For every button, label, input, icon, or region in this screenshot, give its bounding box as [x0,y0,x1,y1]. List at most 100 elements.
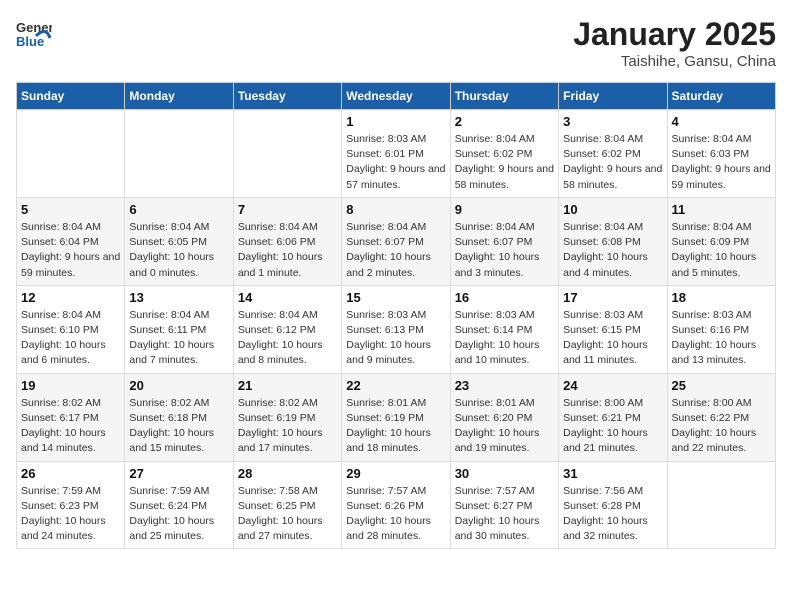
day-number: 11 [672,202,771,217]
calendar-cell: 11Sunrise: 8:04 AMSunset: 6:09 PMDayligh… [667,197,775,285]
day-info: Sunrise: 7:58 AMSunset: 6:25 PMDaylight:… [238,484,337,545]
day-number: 24 [563,378,662,393]
day-number: 22 [346,378,445,393]
title-block: January 2025 Taishihe, Gansu, China [573,16,776,70]
day-info: Sunrise: 8:04 AMSunset: 6:06 PMDaylight:… [238,220,337,281]
day-info: Sunrise: 8:04 AMSunset: 6:08 PMDaylight:… [563,220,662,281]
weekday-header-sunday: Sunday [17,83,125,110]
day-number: 23 [455,378,554,393]
day-number: 14 [238,290,337,305]
day-info: Sunrise: 8:03 AMSunset: 6:14 PMDaylight:… [455,308,554,369]
day-info: Sunrise: 8:04 AMSunset: 6:11 PMDaylight:… [129,308,228,369]
calendar-cell: 17 Sunrise: 8:03 AMSunset: 6:15 PMDayligh… [559,285,667,373]
calendar-cell: 18 Sunrise: 8:03 AMSunset: 6:16 PMDayligh… [667,285,775,373]
weekday-header-tuesday: Tuesday [233,83,341,110]
calendar-cell: 4 Sunrise: 8:04 AMSunset: 6:03 PMDaylight… [667,110,775,198]
day-number: 9 [455,202,554,217]
weekday-header-saturday: Saturday [667,83,775,110]
day-number: 5 [21,202,120,217]
day-info: Sunrise: 8:04 AMSunset: 6:02 PMDaylight:… [563,132,662,193]
day-number: 3 [563,114,662,129]
day-info: Sunrise: 8:04 AMSunset: 6:02 PMDaylight:… [455,132,554,193]
day-number: 18 [672,290,771,305]
day-info: Sunrise: 8:03 AMSunset: 6:13 PMDaylight:… [346,308,445,369]
logo-icon: General Blue [16,16,52,57]
calendar-cell: 13 Sunrise: 8:04 AMSunset: 6:11 PMDayligh… [125,285,233,373]
day-number: 7 [238,202,337,217]
calendar-cell: 12 Sunrise: 8:04 AMSunset: 6:10 PMDayligh… [17,285,125,373]
day-info: Sunrise: 7:59 AMSunset: 6:23 PMDaylight:… [21,484,120,545]
calendar-cell: 8Sunrise: 8:04 AMSunset: 6:07 PMDaylight… [342,197,450,285]
calendar-cell: 22 Sunrise: 8:01 AMSunset: 6:19 PMDayligh… [342,373,450,461]
calendar-cell: 29 Sunrise: 7:57 AMSunset: 6:26 PMDayligh… [342,461,450,549]
day-number: 25 [672,378,771,393]
day-number: 19 [21,378,120,393]
day-number: 21 [238,378,337,393]
day-info: Sunrise: 8:03 AMSunset: 6:01 PMDaylight:… [346,132,445,193]
day-info: Sunrise: 8:01 AMSunset: 6:20 PMDaylight:… [455,396,554,457]
day-info: Sunrise: 7:57 AMSunset: 6:27 PMDaylight:… [455,484,554,545]
day-number: 13 [129,290,228,305]
calendar-cell: 9 Sunrise: 8:04 AMSunset: 6:07 PMDaylight… [450,197,558,285]
day-number: 6 [129,202,228,217]
day-info: Sunrise: 8:03 AMSunset: 6:15 PMDaylight:… [563,308,662,369]
calendar-cell: 20Sunrise: 8:02 AMSunset: 6:18 PMDayligh… [125,373,233,461]
day-number: 1 [346,114,445,129]
calendar-cell: 23 Sunrise: 8:01 AMSunset: 6:20 PMDayligh… [450,373,558,461]
day-number: 20 [129,378,228,393]
weekday-header-wednesday: Wednesday [342,83,450,110]
day-number: 4 [672,114,771,129]
day-number: 31 [563,466,662,481]
day-info: Sunrise: 8:03 AMSunset: 6:16 PMDaylight:… [672,308,771,369]
page-header: General Blue January 2025 Taishihe, Gans… [16,16,776,70]
calendar-cell: 6 Sunrise: 8:04 AMSunset: 6:05 PMDaylight… [125,197,233,285]
calendar-cell [667,461,775,549]
calendar-cell: 26Sunrise: 7:59 AMSunset: 6:23 PMDayligh… [17,461,125,549]
day-number: 17 [563,290,662,305]
calendar-cell: 28 Sunrise: 7:58 AMSunset: 6:25 PMDayligh… [233,461,341,549]
weekday-header-friday: Friday [559,83,667,110]
day-info: Sunrise: 8:00 AMSunset: 6:21 PMDaylight:… [563,396,662,457]
day-number: 30 [455,466,554,481]
day-number: 12 [21,290,120,305]
day-info: Sunrise: 8:01 AMSunset: 6:19 PMDaylight:… [346,396,445,457]
day-info: Sunrise: 7:56 AMSunset: 6:28 PMDaylight:… [563,484,662,545]
day-info: Sunrise: 8:04 AMSunset: 6:10 PMDaylight:… [21,308,120,369]
day-info: Sunrise: 8:04 AMSunset: 6:03 PMDaylight:… [672,132,771,193]
calendar-cell: 27Sunrise: 7:59 AMSunset: 6:24 PMDayligh… [125,461,233,549]
day-number: 29 [346,466,445,481]
calendar-cell: 30 Sunrise: 7:57 AMSunset: 6:27 PMDayligh… [450,461,558,549]
day-number: 2 [455,114,554,129]
calendar-cell: 14 Sunrise: 8:04 AMSunset: 6:12 PMDayligh… [233,285,341,373]
day-number: 15 [346,290,445,305]
calendar-cell [125,110,233,198]
month-title: January 2025 [573,16,776,53]
day-info: Sunrise: 7:59 AMSunset: 6:24 PMDaylight:… [129,484,228,545]
calendar-cell: 25 Sunrise: 8:00 AMSunset: 6:22 PMDayligh… [667,373,775,461]
calendar-cell: 31 Sunrise: 7:56 AMSunset: 6:28 PMDayligh… [559,461,667,549]
day-info: Sunrise: 8:00 AMSunset: 6:22 PMDaylight:… [672,396,771,457]
calendar-cell: 19 Sunrise: 8:02 AMSunset: 6:17 PMDayligh… [17,373,125,461]
day-info: Sunrise: 8:04 AMSunset: 6:05 PMDaylight:… [129,220,228,281]
day-info: Sunrise: 8:02 AMSunset: 6:17 PMDaylight:… [21,396,120,457]
calendar-cell [17,110,125,198]
calendar-cell: 1 Sunrise: 8:03 AMSunset: 6:01 PMDaylight… [342,110,450,198]
calendar-cell: 2 Sunrise: 8:04 AMSunset: 6:02 PMDaylight… [450,110,558,198]
calendar-table: SundayMondayTuesdayWednesdayThursdayFrid… [16,82,776,549]
day-number: 16 [455,290,554,305]
day-info: Sunrise: 7:57 AMSunset: 6:26 PMDaylight:… [346,484,445,545]
day-info: Sunrise: 8:04 AMSunset: 6:07 PMDaylight:… [346,220,445,281]
day-info: Sunrise: 8:04 AMSunset: 6:12 PMDaylight:… [238,308,337,369]
calendar-cell: 15 Sunrise: 8:03 AMSunset: 6:13 PMDayligh… [342,285,450,373]
calendar-cell: 24 Sunrise: 8:00 AMSunset: 6:21 PMDayligh… [559,373,667,461]
calendar-cell: 16 Sunrise: 8:03 AMSunset: 6:14 PMDayligh… [450,285,558,373]
calendar-cell [233,110,341,198]
calendar-cell: 7 Sunrise: 8:04 AMSunset: 6:06 PMDaylight… [233,197,341,285]
calendar-cell: 10Sunrise: 8:04 AMSunset: 6:08 PMDayligh… [559,197,667,285]
calendar-cell: 5Sunrise: 8:04 AMSunset: 6:04 PMDaylight… [17,197,125,285]
calendar-cell: 21Sunrise: 8:02 AMSunset: 6:19 PMDayligh… [233,373,341,461]
day-number: 28 [238,466,337,481]
day-info: Sunrise: 8:04 AMSunset: 6:07 PMDaylight:… [455,220,554,281]
location-title: Taishihe, Gansu, China [573,53,776,70]
calendar-cell: 3 Sunrise: 8:04 AMSunset: 6:02 PMDaylight… [559,110,667,198]
